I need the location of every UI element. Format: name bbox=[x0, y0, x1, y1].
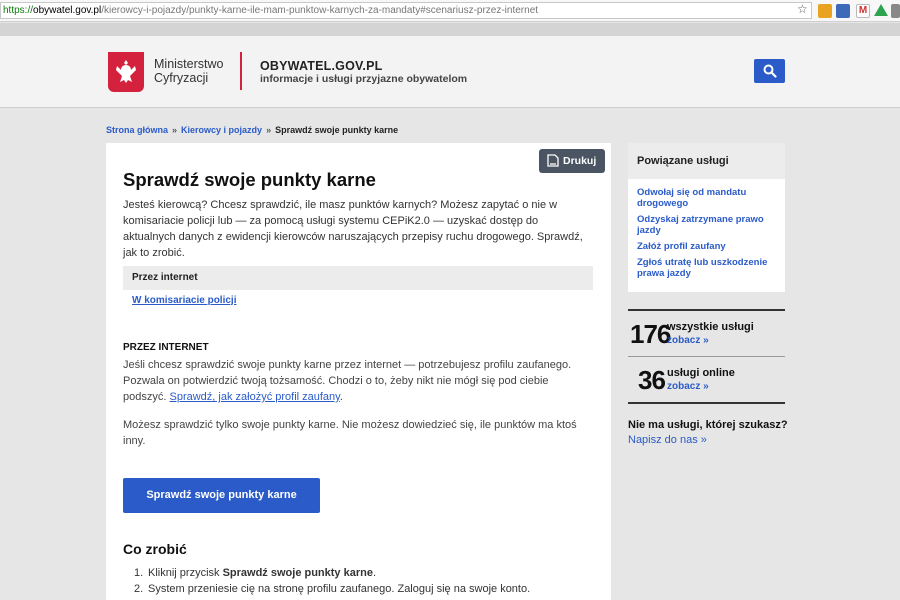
stat-count: 176 bbox=[630, 319, 671, 349]
breadcrumb-current: Sprawdź swoje punkty karne bbox=[275, 125, 399, 135]
related-link[interactable]: Zgłoś utratę lub uszkodzenie prawa jazdy bbox=[637, 257, 767, 279]
list-item: Odwołaj się od mandatu drogowego bbox=[637, 187, 776, 209]
stat-label: wszystkie usługi bbox=[667, 321, 754, 333]
tab-strip bbox=[0, 23, 900, 36]
related-link[interactable]: Odzyskaj zatrzymane prawo jazdy bbox=[637, 214, 764, 236]
list-item: 2. System przeniesie cię na stronę profil… bbox=[134, 581, 594, 597]
divider bbox=[628, 402, 785, 404]
extension-icon[interactable] bbox=[836, 4, 850, 18]
tab-online[interactable]: Przez internet bbox=[123, 266, 593, 290]
main-content: Drukuj Sprawdź swoje punkty karne Jesteś… bbox=[106, 143, 611, 600]
tab-police-station[interactable]: W komisariacie policji bbox=[123, 295, 593, 306]
site-name[interactable]: OBYWATEL.GOV.PL bbox=[260, 59, 382, 73]
section-text: Jeśli chcesz sprawdzić swoje punkty karn… bbox=[123, 357, 593, 405]
step-bold: Sprawdź swoje punkty karne bbox=[222, 567, 373, 579]
step-text: Kliknij przycisk bbox=[148, 567, 223, 579]
all-services-stat: 176 wszystkie usługi zobacz » bbox=[628, 309, 785, 355]
scenario-tabs: Przez internet W komisariacie policji bbox=[123, 266, 593, 306]
url-path: /kierowcy-i-pojazdy/punkty-karne-ile-mam… bbox=[101, 5, 539, 16]
related-link[interactable]: Odwołaj się od mandatu drogowego bbox=[637, 187, 746, 209]
ministry-line: Cyfryzacji bbox=[154, 71, 209, 85]
document-icon bbox=[547, 154, 559, 167]
online-services-stat: 36 usługi online zobacz » bbox=[628, 356, 785, 402]
related-title: Powiązane usługi bbox=[628, 143, 785, 179]
section-link-suffix: . bbox=[339, 391, 343, 403]
breadcrumb-home[interactable]: Strona główna bbox=[106, 125, 168, 135]
print-label: Drukuj bbox=[563, 155, 597, 167]
see-online-link[interactable]: zobacz » bbox=[667, 381, 709, 392]
stat-label: usługi online bbox=[667, 367, 735, 379]
list-item: 1. Kliknij przycisk Sprawdź swoje punkty … bbox=[134, 565, 594, 581]
list-item: Załóż profil zaufany bbox=[637, 241, 776, 252]
address-bar[interactable]: https://obywatel.gov.pl/kierowcy-i-pojaz… bbox=[0, 2, 812, 19]
extension-icon[interactable] bbox=[818, 4, 832, 18]
contact-link[interactable]: Napisz do nas » bbox=[628, 434, 707, 446]
ministry-line: Ministerstwo bbox=[154, 57, 224, 71]
bookmark-star-icon[interactable]: ☆ bbox=[797, 1, 808, 17]
section-heading: PRZEZ INTERNET bbox=[123, 342, 209, 353]
steps-list: 1. Kliknij przycisk Sprawdź swoje punkty … bbox=[134, 565, 594, 597]
page-title: Sprawdź swoje punkty karne bbox=[123, 169, 376, 190]
print-button[interactable]: Drukuj bbox=[539, 149, 605, 173]
poland-emblem-logo[interactable] bbox=[108, 52, 144, 92]
breadcrumb-category[interactable]: Kierowcy i pojazdy bbox=[181, 125, 262, 135]
related-link[interactable]: Załóż profil zaufany bbox=[637, 241, 726, 252]
breadcrumb-separator: » bbox=[172, 125, 178, 135]
url-scheme: https:// bbox=[3, 5, 34, 16]
search-icon bbox=[763, 64, 777, 78]
step-text: System przeniesie cię na stronę profilu … bbox=[148, 583, 531, 595]
breadcrumb: Strona główna» Kierowcy i pojazdy» Sprawdź… bbox=[106, 125, 398, 135]
missing-text: Nie ma usługi, której szukasz? bbox=[628, 419, 788, 431]
check-points-button[interactable]: Sprawdź swoje punkty karne bbox=[123, 478, 320, 513]
step-number: 2. bbox=[134, 583, 144, 595]
site-tagline: informacje i usługi przyjazne obywatelom bbox=[260, 73, 468, 85]
header-divider bbox=[240, 52, 242, 90]
list-item: Odzyskaj zatrzymane prawo jazdy bbox=[637, 214, 776, 236]
site-header: Ministerstwo Cyfryzacji OBYWATEL.GOV.PL … bbox=[0, 36, 900, 108]
step-number: 1. bbox=[134, 567, 144, 579]
trusted-profile-link[interactable]: Sprawdź, jak założyć profil zaufany bbox=[169, 391, 339, 403]
drive-icon[interactable] bbox=[874, 4, 888, 16]
related-services: Powiązane usługi Odwołaj się od mandatu … bbox=[628, 143, 785, 292]
missing-service-box: Nie ma usługi, której szukasz? Napisz do… bbox=[628, 418, 788, 448]
gmail-icon[interactable]: M bbox=[856, 4, 870, 18]
breadcrumb-separator: » bbox=[266, 125, 272, 135]
step-suffix: . bbox=[372, 567, 377, 579]
todo-heading: Co zrobić bbox=[123, 541, 187, 557]
section-note: Możesz sprawdzić tylko swoje punkty karn… bbox=[123, 419, 577, 447]
related-list: Odwołaj się od mandatu drogowego Odzyska… bbox=[628, 179, 785, 279]
search-button[interactable] bbox=[754, 59, 785, 83]
ministry-name: Ministerstwo Cyfryzacji bbox=[154, 57, 223, 85]
intro-text: Jesteś kierowcą? Chcesz sprawdzić, ile m… bbox=[123, 199, 583, 259]
see-all-link[interactable]: zobacz » bbox=[667, 335, 709, 346]
browser-toolbar: https://obywatel.gov.pl/kierowcy-i-pojaz… bbox=[0, 0, 900, 22]
white-eagle-icon bbox=[116, 60, 136, 83]
extension-icon[interactable] bbox=[891, 4, 900, 18]
url-host: obywatel.gov.pl bbox=[33, 5, 102, 16]
stat-count: 36 bbox=[638, 365, 666, 395]
list-item: Zgłoś utratę lub uszkodzenie prawa jazdy bbox=[637, 257, 776, 279]
